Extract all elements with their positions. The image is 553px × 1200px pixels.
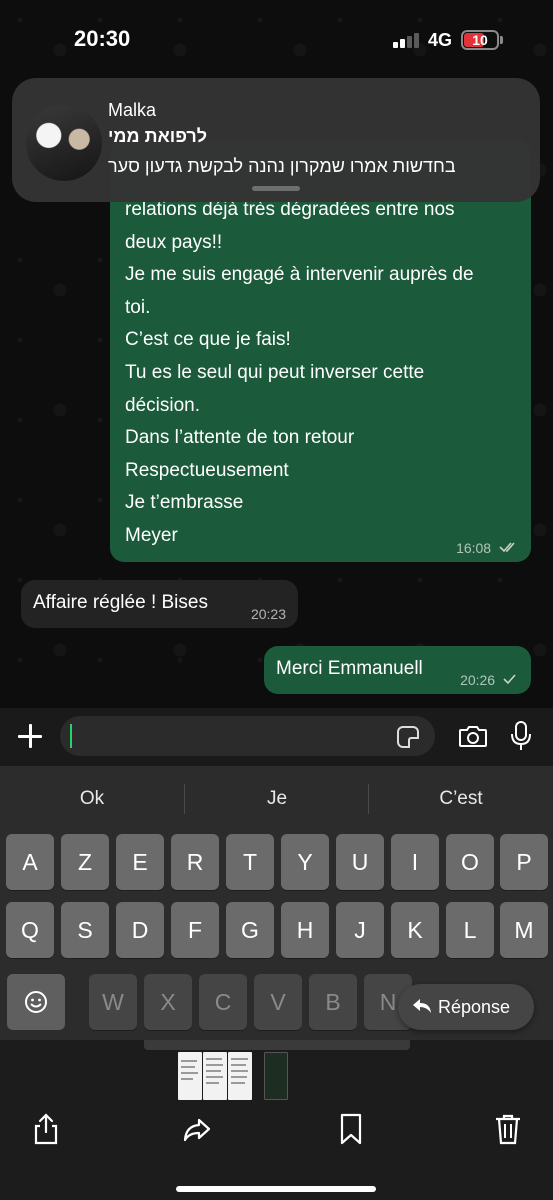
signal-icon xyxy=(393,32,421,48)
message-text: Merci Emmanuell xyxy=(276,658,423,679)
notification-body: בחדשות אמרו שמקרון נהנה לבקשת גדעון סער xyxy=(108,156,456,176)
message-line: Tu es le seul qui peut inverser cette xyxy=(125,361,425,383)
reply-label: Réponse xyxy=(438,997,511,1017)
key[interactable]: W xyxy=(89,974,137,1030)
battery-level: 10 xyxy=(472,32,488,48)
key[interactable]: H xyxy=(281,902,329,958)
share-icon[interactable] xyxy=(31,1112,61,1146)
key[interactable]: V xyxy=(254,974,302,1030)
key[interactable]: T xyxy=(226,834,274,890)
notification-title: לרפואת ממי xyxy=(108,126,208,146)
notification-handle[interactable] xyxy=(252,186,300,191)
forward-icon[interactable] xyxy=(182,1112,212,1146)
key[interactable]: B xyxy=(309,974,357,1030)
reply-icon xyxy=(413,999,431,1013)
notification-sender: Malka xyxy=(108,100,157,120)
key[interactable]: D xyxy=(116,902,164,958)
key[interactable]: Z xyxy=(61,834,109,890)
avatar xyxy=(26,105,102,181)
message-line: C’est ce que je fais! xyxy=(125,329,291,351)
status-time: 20:30 xyxy=(74,26,131,51)
emoji-key[interactable] xyxy=(7,974,65,1030)
battery-icon: 10 xyxy=(461,30,499,50)
bookmark-icon[interactable] xyxy=(336,1112,366,1146)
key[interactable]: K xyxy=(391,902,439,958)
key[interactable]: G xyxy=(226,902,274,958)
notification-banner[interactable]: Malka לרפואת ממי בחדשות אמרו שמקרון נהנה… xyxy=(12,78,540,202)
thumbnail[interactable] xyxy=(203,1052,227,1100)
key[interactable]: U xyxy=(336,834,384,890)
message-line: deux pays!! xyxy=(125,231,223,253)
thumbnail[interactable] xyxy=(228,1052,252,1100)
message-line: Je t’embrasse xyxy=(125,492,244,514)
key[interactable]: Q xyxy=(6,902,54,958)
key[interactable]: J xyxy=(336,902,384,958)
message-text: relations déjà très dégradées entre nos … xyxy=(125,194,521,553)
message-text: Affaire réglée ! Bises xyxy=(33,592,208,613)
key[interactable]: R xyxy=(171,834,219,890)
sticker-icon[interactable] xyxy=(397,726,419,748)
key[interactable]: M xyxy=(500,902,548,958)
message-time: 20:26 xyxy=(460,672,496,688)
check-icon xyxy=(503,674,516,685)
network-type: 4G xyxy=(428,30,453,50)
message-line: Respectueusement xyxy=(125,459,289,481)
key[interactable]: Y xyxy=(281,834,329,890)
microphone-icon[interactable] xyxy=(509,720,533,752)
key[interactable]: E xyxy=(116,834,164,890)
key[interactable]: X xyxy=(144,974,192,1030)
suggestion-item[interactable]: Ok xyxy=(0,788,184,810)
status-bar: 20:30 4G 10 xyxy=(0,0,553,80)
plus-icon[interactable] xyxy=(14,720,46,752)
message-meta: 20:26 xyxy=(460,672,517,688)
outgoing-message-bubble[interactable]: Merci Emmanuell 20:26 xyxy=(264,646,531,694)
screenshot-action-bar xyxy=(0,1040,553,1200)
message-input[interactable] xyxy=(60,716,435,756)
suggestion-bar: Ok Je C’est xyxy=(0,766,553,832)
message-input-bar xyxy=(0,708,553,766)
double-check-icon xyxy=(499,542,515,553)
message-line: Dans l’attente de ton retour xyxy=(125,427,355,449)
key[interactable]: P xyxy=(500,834,548,890)
home-indicator[interactable] xyxy=(176,1186,376,1192)
camera-icon[interactable] xyxy=(458,724,488,748)
key[interactable]: A xyxy=(6,834,54,890)
incoming-message-bubble[interactable]: Affaire réglée ! Bises 20:23 xyxy=(21,580,298,628)
message-time: 16:08 xyxy=(456,540,492,556)
message-line: Je me suis engagé à intervenir auprès de xyxy=(125,264,474,286)
message-line: toi. xyxy=(125,296,151,318)
thumbnail-selected[interactable] xyxy=(264,1052,288,1100)
key[interactable]: C xyxy=(199,974,247,1030)
message-time: 20:23 xyxy=(250,606,286,622)
reply-button[interactable]: Réponse xyxy=(398,984,534,1030)
text-caret xyxy=(70,724,72,748)
key[interactable]: O xyxy=(446,834,494,890)
thumbnail[interactable] xyxy=(178,1052,202,1100)
message-line: décision. xyxy=(125,394,200,416)
key[interactable]: F xyxy=(171,902,219,958)
key[interactable]: L xyxy=(446,902,494,958)
key[interactable]: S xyxy=(61,902,109,958)
outgoing-message-bubble[interactable]: relations déjà très dégradées entre nos … xyxy=(110,140,531,562)
suggestion-item[interactable]: Je xyxy=(185,788,369,810)
suggestion-item[interactable]: C’est xyxy=(369,788,553,810)
keyboard: Ok Je C’est A Z E R T Y U I O P Q S D F … xyxy=(0,766,553,1056)
emoji-icon xyxy=(25,991,47,1013)
key[interactable]: I xyxy=(391,834,439,890)
trash-icon[interactable] xyxy=(493,1112,523,1146)
message-meta: 16:08 xyxy=(456,540,519,556)
